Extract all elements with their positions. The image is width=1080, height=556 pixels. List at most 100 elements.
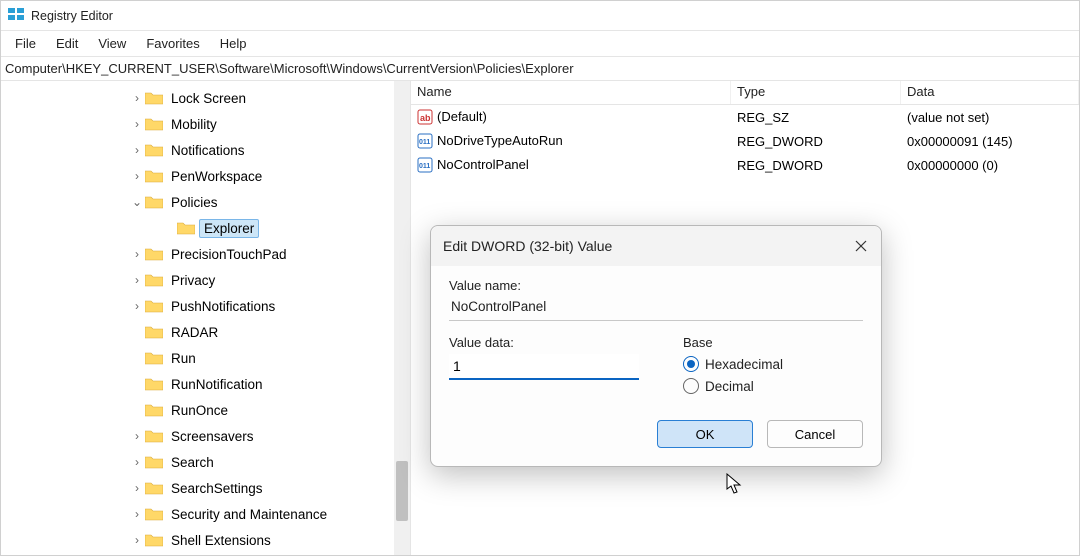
- chevron-right-icon[interactable]: ›: [131, 481, 143, 495]
- radio-dec-label: Decimal: [705, 379, 754, 394]
- tree-item[interactable]: › Search: [1, 449, 410, 475]
- value-data-input[interactable]: [449, 354, 639, 380]
- tree-item-label: Search: [167, 454, 218, 471]
- chevron-right-icon[interactable]: ›: [131, 533, 143, 547]
- folder-icon: [145, 299, 163, 313]
- tree-item[interactable]: › PushNotifications: [1, 293, 410, 319]
- tree-item[interactable]: › Privacy: [1, 267, 410, 293]
- tree-item-label: PushNotifications: [167, 298, 279, 315]
- tree-item[interactable]: Explorer: [1, 215, 410, 241]
- chevron-right-icon[interactable]: ›: [131, 247, 143, 261]
- cursor-icon: [726, 473, 744, 500]
- tree-item-label: PrecisionTouchPad: [167, 246, 291, 263]
- chevron-right-icon[interactable]: ›: [131, 169, 143, 183]
- chevron-down-icon[interactable]: ⌄: [131, 195, 143, 209]
- folder-icon: [145, 507, 163, 521]
- folder-icon: [145, 325, 163, 339]
- chevron-right-icon[interactable]: ›: [131, 429, 143, 443]
- col-data[interactable]: Data: [901, 81, 1079, 104]
- tree-item[interactable]: RADAR: [1, 319, 410, 345]
- col-type[interactable]: Type: [731, 81, 901, 104]
- tree-item[interactable]: ›Security and Maintenance: [1, 501, 410, 527]
- address-path: Computer\HKEY_CURRENT_USER\Software\Micr…: [5, 61, 574, 76]
- tree-item-label: SearchSettings: [167, 480, 267, 497]
- address-bar[interactable]: Computer\HKEY_CURRENT_USER\Software\Micr…: [1, 57, 1079, 81]
- tree-item-label: Shell Extensions: [167, 532, 275, 549]
- tree-item[interactable]: ›PenWorkspace: [1, 163, 410, 189]
- dword-value-icon: 011: [417, 157, 433, 173]
- dword-value-icon: 011: [417, 133, 433, 149]
- tree-item[interactable]: › Mobility: [1, 111, 410, 137]
- folder-icon: [145, 429, 163, 443]
- tree-item-label: Lock Screen: [167, 90, 250, 107]
- menubar: File Edit View Favorites Help: [1, 31, 1079, 57]
- value-name: NoControlPanel: [437, 157, 529, 172]
- chevron-right-icon[interactable]: ›: [131, 507, 143, 521]
- folder-icon: [177, 221, 195, 235]
- menu-file[interactable]: File: [5, 34, 46, 53]
- menu-help[interactable]: Help: [210, 34, 257, 53]
- menu-view[interactable]: View: [88, 34, 136, 53]
- tree-item[interactable]: › Shell Extensions: [1, 527, 410, 553]
- chevron-right-icon[interactable]: ›: [131, 273, 143, 287]
- ok-button[interactable]: OK: [657, 420, 753, 448]
- folder-icon: [145, 455, 163, 469]
- cancel-button[interactable]: Cancel: [767, 420, 863, 448]
- tree-item[interactable]: Run: [1, 345, 410, 371]
- chevron-right-icon[interactable]: ›: [131, 455, 143, 469]
- tree-item-label: Policies: [167, 194, 222, 211]
- tree-item-label: RunNotification: [167, 376, 267, 393]
- tree-scrollbar[interactable]: [394, 81, 410, 555]
- edit-dword-dialog: Edit DWORD (32-bit) Value Value name: No…: [430, 225, 882, 467]
- value-name-field[interactable]: NoControlPanel: [449, 297, 863, 321]
- value-name: (Default): [437, 109, 487, 124]
- tree-item-label: RADAR: [167, 324, 222, 341]
- chevron-right-icon[interactable]: ›: [131, 143, 143, 157]
- svg-text:011: 011: [419, 163, 430, 170]
- tree-item-label: Privacy: [167, 272, 219, 289]
- list-row[interactable]: 011NoDriveTypeAutoRunREG_DWORD0x00000091…: [411, 129, 1079, 153]
- tree-item[interactable]: RunNotification: [1, 371, 410, 397]
- folder-icon: [145, 143, 163, 157]
- tree-item-label: Explorer: [199, 219, 259, 238]
- tree-item[interactable]: ⌄ Policies: [1, 189, 410, 215]
- value-data: 0x00000000 (0): [901, 156, 1079, 175]
- tree-item-label: Mobility: [167, 116, 221, 133]
- tree-item-label: Notifications: [167, 142, 249, 159]
- scrollbar-thumb[interactable]: [396, 461, 408, 521]
- chevron-right-icon[interactable]: ›: [131, 91, 143, 105]
- value-data: 0x00000091 (145): [901, 132, 1079, 151]
- folder-icon: [145, 117, 163, 131]
- tree-item[interactable]: › SearchSettings: [1, 475, 410, 501]
- folder-icon: [145, 195, 163, 209]
- menu-edit[interactable]: Edit: [46, 34, 88, 53]
- tree-item-label: Run: [167, 350, 200, 367]
- close-icon[interactable]: [851, 236, 871, 256]
- tree-item[interactable]: › Screensavers: [1, 423, 410, 449]
- folder-icon: [145, 91, 163, 105]
- tree-item[interactable]: › PrecisionTouchPad: [1, 241, 410, 267]
- radio-hexadecimal[interactable]: [683, 356, 699, 372]
- tree-item[interactable]: RunOnce: [1, 397, 410, 423]
- chevron-right-icon[interactable]: ›: [131, 117, 143, 131]
- list-row[interactable]: ab (Default) REG_SZ(value not set): [411, 105, 1079, 129]
- value-name-label: Value name:: [449, 278, 863, 293]
- list-header: Name Type Data: [411, 81, 1079, 105]
- base-label: Base: [683, 335, 863, 350]
- radio-decimal[interactable]: [683, 378, 699, 394]
- col-name[interactable]: Name: [411, 81, 731, 104]
- tree-item[interactable]: › Lock Screen: [1, 85, 410, 111]
- tree-item[interactable]: › Notifications: [1, 137, 410, 163]
- menu-favorites[interactable]: Favorites: [136, 34, 209, 53]
- chevron-right-icon[interactable]: ›: [131, 299, 143, 313]
- tree-item-label: Screensavers: [167, 428, 258, 445]
- list-row[interactable]: 011NoControlPanelREG_DWORD0x00000000 (0): [411, 153, 1079, 177]
- value-data: (value not set): [901, 108, 1079, 127]
- string-value-icon: ab: [417, 109, 433, 125]
- svg-text:011: 011: [419, 139, 430, 146]
- value-type: REG_SZ: [731, 108, 901, 127]
- folder-icon: [145, 481, 163, 495]
- folder-icon: [145, 247, 163, 261]
- folder-icon: [145, 273, 163, 287]
- dialog-header[interactable]: Edit DWORD (32-bit) Value: [431, 226, 881, 266]
